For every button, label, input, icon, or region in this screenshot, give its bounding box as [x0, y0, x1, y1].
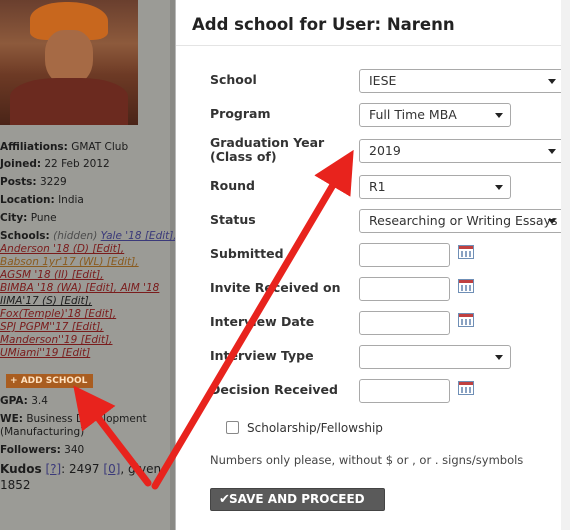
interview-date-input[interactable]: [359, 311, 450, 335]
chevron-down-icon: [495, 113, 503, 118]
scholarship-label: Scholarship/Fellowship: [247, 421, 383, 435]
add-school-dialog: Add school for User: Narenn School IESE …: [175, 0, 570, 530]
location-row: Location: India: [0, 194, 84, 206]
school-link[interactable]: Yale '18 [Edit],: [101, 230, 177, 242]
decision-received-label: Decision Received: [210, 382, 338, 397]
school-link[interactable]: AGSM '18 (II) [Edit],: [0, 269, 104, 282]
joined-row: Joined: 22 Feb 2012: [0, 158, 110, 170]
chevron-down-icon: [548, 149, 556, 154]
gpa-row: GPA: 3.4: [0, 395, 48, 407]
interview-date-label: Interview Date: [210, 314, 315, 329]
calendar-icon[interactable]: [458, 245, 474, 259]
status-select[interactable]: Researching or Writing Essays: [359, 209, 564, 233]
kudos-zero-link[interactable]: [0]: [103, 462, 120, 476]
profile-panel: Affiliations: GMAT Club Joined: 22 Feb 2…: [0, 0, 177, 530]
dialog-header: Add school for User: Narenn: [176, 0, 570, 46]
check-icon: ✔: [219, 492, 230, 507]
graduation-year-sublabel: (Class of): [210, 149, 277, 164]
followers-row: Followers: 340: [0, 444, 85, 456]
we-row: WE: Business Development: [0, 413, 147, 425]
invite-received-label: Invite Received on: [210, 280, 341, 295]
invite-received-date-input[interactable]: [359, 277, 450, 301]
program-label: Program: [210, 106, 271, 121]
interview-type-select[interactable]: [359, 345, 511, 369]
school-link[interactable]: BIMBA '18 (WA) [Edit], AIM '18: [0, 282, 159, 295]
school-link[interactable]: Manderson''19 [Edit],: [0, 334, 112, 347]
we-row-2: (Manufacturing): [0, 426, 85, 438]
plus-icon: +: [10, 376, 21, 386]
round-select[interactable]: R1: [359, 175, 511, 199]
school-link[interactable]: Anderson '18 (D) [Edit],: [0, 243, 124, 256]
submitted-date-input[interactable]: [359, 243, 450, 267]
chevron-down-icon: [548, 219, 556, 224]
school-label: School: [210, 72, 257, 87]
kudos-help-link[interactable]: [?]: [45, 462, 61, 476]
posts-row: Posts: 3229: [0, 176, 67, 188]
school-link[interactable]: SPJ PGPM''17 [Edit],: [0, 321, 104, 334]
schools-row: Schools: (hidden) Yale '18 [Edit],: [0, 230, 177, 242]
profile-avatar: [0, 0, 138, 125]
city-row: City: Pune: [0, 212, 57, 224]
graduation-year-select[interactable]: 2019: [359, 139, 564, 163]
save-and-proceed-button[interactable]: ✔ SAVE AND PROCEED: [210, 488, 385, 511]
program-select[interactable]: Full Time MBA: [359, 103, 511, 127]
interview-type-label: Interview Type: [210, 348, 314, 363]
school-link[interactable]: Fox(Temple)'18 [Edit],: [0, 308, 116, 321]
submitted-label: Submitted: [210, 246, 284, 261]
calendar-icon[interactable]: [458, 313, 474, 327]
school-link[interactable]: Babson 1yr'17 (WL) [Edit],: [0, 256, 139, 269]
graduation-year-label: Graduation Year: [210, 135, 325, 150]
chevron-down-icon: [495, 355, 503, 360]
kudos-given-value: 1852: [0, 478, 31, 492]
calendar-icon[interactable]: [458, 381, 474, 395]
decision-received-date-input[interactable]: [359, 379, 450, 403]
affiliations-row: Affiliations: GMAT Club: [0, 141, 129, 153]
numbers-note: Numbers only please, without $ or , or .…: [210, 453, 524, 467]
round-label: Round: [210, 178, 255, 193]
calendar-icon[interactable]: [458, 279, 474, 293]
school-select[interactable]: IESE: [359, 69, 564, 93]
add-school-button[interactable]: + ADD SCHOOL: [6, 374, 93, 388]
school-link[interactable]: IIMA'17 (S) [Edit],: [0, 295, 92, 308]
school-link[interactable]: UMiami''19 [Edit]: [0, 347, 90, 360]
dialog-title: Add school for User: Narenn: [192, 15, 455, 34]
status-label: Status: [210, 212, 256, 227]
kudos-row: Kudos [?]: 2497 [0], given:: [0, 462, 166, 476]
scrollbar[interactable]: [561, 0, 570, 530]
chevron-down-icon: [548, 79, 556, 84]
chevron-down-icon: [495, 185, 503, 190]
scholarship-checkbox[interactable]: [226, 421, 239, 434]
